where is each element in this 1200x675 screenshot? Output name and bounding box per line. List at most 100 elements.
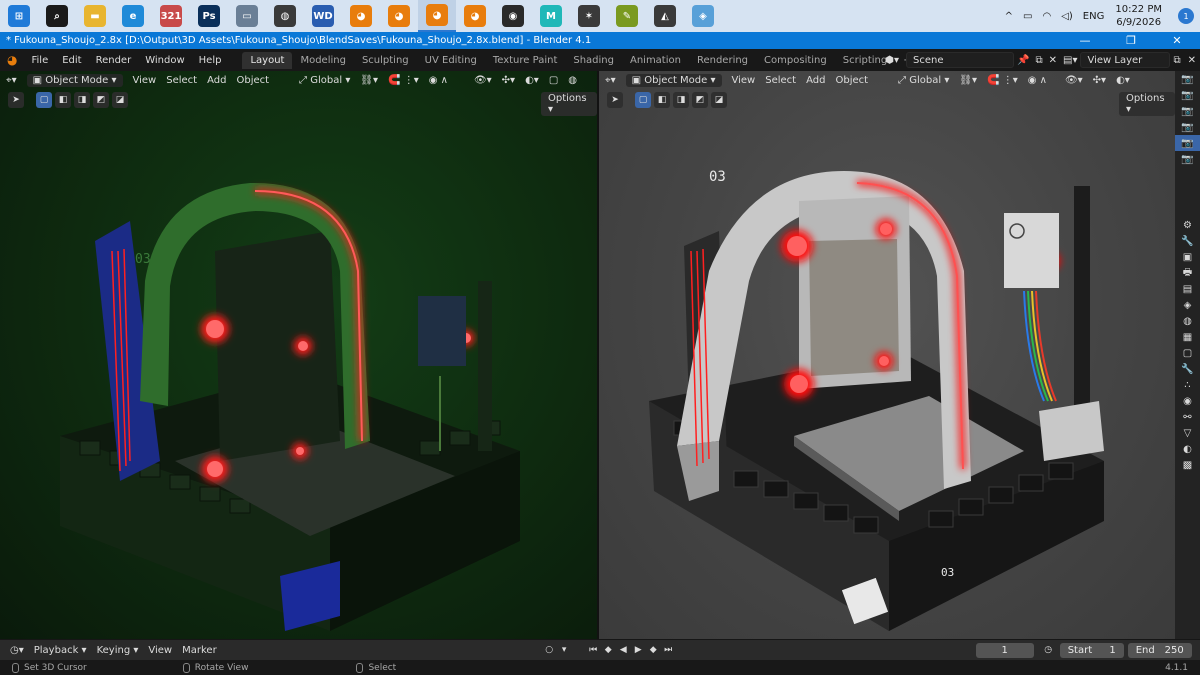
proportional-edit-icon[interactable]: ◉ ∧: [429, 75, 448, 86]
camera-icon[interactable]: 📷: [1175, 71, 1200, 87]
menu-render[interactable]: Render: [89, 55, 139, 66]
tab-compositing[interactable]: Compositing: [756, 52, 835, 69]
tab-sculpting[interactable]: Sculpting: [354, 52, 417, 69]
render-icon[interactable]: ▣: [1175, 249, 1200, 265]
particles-icon[interactable]: ∴: [1175, 377, 1200, 393]
select-box-new-icon[interactable]: ▢: [36, 92, 52, 108]
pivot-icon[interactable]: ⛓▾: [959, 75, 977, 86]
overlay-visibility-icon[interactable]: 👁▾: [1065, 75, 1083, 86]
camera-icon[interactable]: 📷: [1175, 135, 1200, 151]
data-icon[interactable]: ▽: [1175, 425, 1200, 441]
screen-capture-icon[interactable]: ▭: [228, 0, 266, 32]
input-language[interactable]: ENG: [1083, 11, 1105, 22]
modifier-icon[interactable]: 🔧: [1175, 361, 1200, 377]
scene-browse-icon[interactable]: ⬢▾: [878, 55, 906, 66]
collection-icon[interactable]: ▦: [1175, 329, 1200, 345]
photoshop-icon[interactable]: Ps: [190, 0, 228, 32]
minimize-button[interactable]: —: [1062, 34, 1108, 47]
menu-window[interactable]: Window: [138, 55, 191, 66]
camera-icon[interactable]: 📷: [1175, 119, 1200, 135]
xray-icon[interactable]: ▢: [549, 75, 558, 86]
snap-icon[interactable]: 🧲 ⋮▾: [388, 75, 419, 86]
character-app-icon[interactable]: ✶: [570, 0, 608, 32]
select-box-subtract-icon[interactable]: ◨: [673, 92, 689, 108]
new-view-layer-icon[interactable]: ⧉: [1170, 55, 1183, 66]
select-box-invert-icon[interactable]: ◩: [93, 92, 109, 108]
menu-view[interactable]: View: [732, 75, 756, 86]
menu-object[interactable]: Object: [835, 75, 868, 86]
scene-field[interactable]: Scene: [906, 52, 1015, 68]
maya-icon[interactable]: M: [532, 0, 570, 32]
pin-scene-icon[interactable]: 📌: [1014, 55, 1032, 66]
physics-icon[interactable]: ◉: [1175, 393, 1200, 409]
tab-uv-editing[interactable]: UV Editing: [417, 52, 485, 69]
maximize-button[interactable]: ❐: [1108, 34, 1154, 47]
overlay-visibility-icon[interactable]: 👁▾: [474, 75, 492, 86]
menu-edit[interactable]: Edit: [55, 55, 88, 66]
menu-add[interactable]: Add: [806, 75, 825, 86]
select-box-new-icon[interactable]: ▢: [635, 92, 651, 108]
menu-add[interactable]: Add: [207, 75, 226, 86]
menu-keying[interactable]: Keying ▾: [97, 645, 139, 656]
new-scene-icon[interactable]: ⧉: [1032, 55, 1045, 66]
blender-icon[interactable]: ◕: [456, 0, 494, 32]
view-layer-field[interactable]: View Layer: [1080, 52, 1171, 68]
wifi-icon[interactable]: ◠: [1042, 11, 1051, 22]
pivot-icon[interactable]: ⛓▾: [360, 75, 378, 86]
wrench-settings-icon[interactable]: 🔧: [1175, 233, 1200, 249]
gizmo-icon[interactable]: ✣▾: [1093, 75, 1106, 86]
blender-launcher-icon[interactable]: ◍: [266, 0, 304, 32]
object-mode-dropdown[interactable]: ▣ Object Mode ▾: [625, 73, 722, 87]
camera-icon[interactable]: 📷: [1175, 151, 1200, 167]
tab-layout[interactable]: Layout: [242, 51, 293, 69]
tab-modeling[interactable]: Modeling: [292, 52, 354, 69]
file-explorer-icon[interactable]: ▬: [76, 0, 114, 32]
options-dropdown-left[interactable]: Options ▾: [541, 92, 597, 116]
current-frame-field[interactable]: 1: [975, 642, 1034, 658]
transform-orientation-dropdown[interactable]: ⤢ Global ▾: [898, 75, 949, 86]
play-icon[interactable]: ▶: [632, 644, 645, 657]
blender-active-icon[interactable]: ◕: [418, 0, 456, 32]
constraints-icon[interactable]: ⚯: [1175, 409, 1200, 425]
windows-start-icon[interactable]: ⊞: [0, 0, 38, 32]
camera-icon[interactable]: 📷: [1175, 87, 1200, 103]
viewport-left[interactable]: 03 ⌖▾ ▣ Object Mode ▾ View Select Add Ob…: [0, 71, 597, 639]
select-box-subtract-icon[interactable]: ◨: [74, 92, 90, 108]
delete-scene-icon[interactable]: ✕: [1046, 55, 1060, 66]
camera-icon[interactable]: 📷: [1175, 103, 1200, 119]
editor-type-icon[interactable]: ⌖▾: [6, 75, 17, 86]
start-frame-field[interactable]: Start 1: [1059, 642, 1124, 658]
menu-select[interactable]: Select: [765, 75, 796, 86]
system-clock[interactable]: 10:22 PM 6/9/2026: [1115, 3, 1162, 29]
tool-icon[interactable]: ⚙: [1175, 217, 1200, 233]
select-box-invert-icon[interactable]: ◩: [692, 92, 708, 108]
select-tool-icon[interactable]: ➤: [607, 92, 623, 108]
material-icon[interactable]: ◐: [1175, 441, 1200, 457]
delete-view-layer-icon[interactable]: ✕: [1184, 55, 1200, 66]
select-tool-icon[interactable]: ➤: [8, 92, 24, 108]
select-box-extend-icon[interactable]: ◧: [654, 92, 670, 108]
timeline-editor-icon[interactable]: ◷▾: [10, 645, 24, 656]
close-button[interactable]: ✕: [1154, 34, 1200, 47]
object-mode-dropdown[interactable]: ▣ Object Mode ▾: [26, 73, 123, 87]
texture-icon[interactable]: ▩: [1175, 457, 1200, 473]
blender-logo-icon[interactable]: ◕: [0, 53, 24, 67]
menu-playback[interactable]: Playback ▾: [34, 645, 87, 656]
auto-keying-icon[interactable]: ○: [543, 644, 556, 657]
menu-select[interactable]: Select: [166, 75, 197, 86]
word-icon[interactable]: WD: [304, 0, 342, 32]
use-preview-range-icon[interactable]: ◷: [1042, 644, 1055, 657]
menu-marker[interactable]: Marker: [182, 645, 217, 656]
battery-icon[interactable]: ▭: [1023, 11, 1032, 22]
gizmo-icon[interactable]: ✣▾: [502, 75, 515, 86]
select-box-intersect-icon[interactable]: ◪: [711, 92, 727, 108]
proportional-edit-icon[interactable]: ◉ ∧: [1028, 75, 1047, 86]
keying-dropdown-icon[interactable]: ▾: [558, 644, 571, 657]
output-icon[interactable]: 🖶: [1175, 265, 1200, 281]
menu-view[interactable]: View: [133, 75, 157, 86]
tablet-app-icon[interactable]: ◈: [684, 0, 722, 32]
tab-shading[interactable]: Shading: [565, 52, 622, 69]
edge-icon[interactable]: e: [114, 0, 152, 32]
options-dropdown-right[interactable]: Options ▾: [1119, 92, 1175, 116]
calendar-app-icon[interactable]: 321: [152, 0, 190, 32]
